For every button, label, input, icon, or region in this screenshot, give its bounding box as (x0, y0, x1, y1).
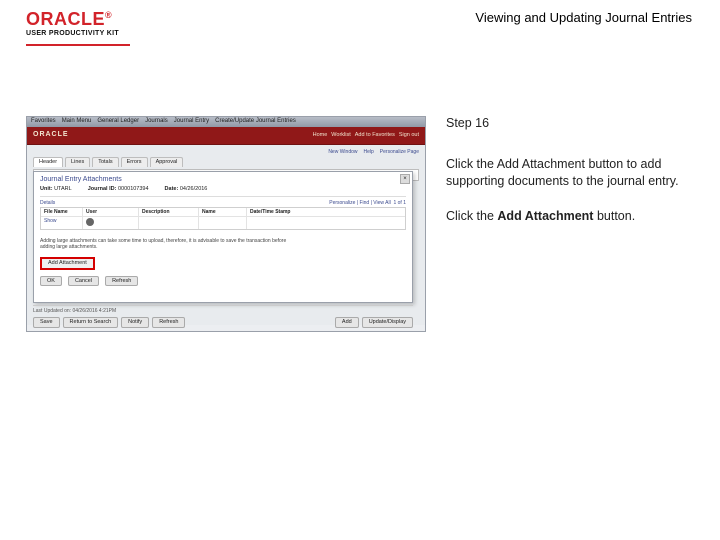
instruction-panel: Step 16 Click the Add Attachment button … (446, 116, 694, 332)
update-display-button[interactable]: Update/Display (362, 317, 413, 328)
app-breadcrumb: Favorites Main Menu General Ledger Journ… (27, 117, 425, 127)
col-name: Name (199, 208, 247, 216)
modal-title: Journal Entry Attachments (40, 176, 406, 184)
instruction-paragraph-2: Click the Add Attachment button. (446, 208, 694, 225)
cancel-button[interactable]: Cancel (68, 276, 99, 287)
tab-strip: Header Lines Totals Errors Approval (33, 157, 419, 167)
ok-button[interactable]: OK (40, 276, 62, 287)
col-filename: File Name (41, 208, 83, 216)
col-desc: Description (139, 208, 199, 216)
topic-title: Viewing and Updating Journal Entries (475, 10, 704, 25)
tab-header[interactable]: Header (33, 157, 63, 167)
grid-count: 1 of 1 (393, 200, 406, 206)
return-button[interactable]: Return to Search (63, 317, 119, 328)
notify-button[interactable]: Notify (121, 317, 149, 328)
viewall-link[interactable]: View All (373, 200, 390, 206)
find-link[interactable]: Find (359, 200, 369, 206)
step-label: Step 16 (446, 116, 694, 130)
upk-subbrand: USER PRODUCTIVITY KIT (26, 30, 119, 37)
personalize-page-link[interactable]: Personalize Page (380, 149, 419, 155)
app-screenshot: Favorites Main Menu General Ledger Journ… (26, 116, 426, 332)
oracle-logo: ORACLE® (26, 10, 112, 28)
refresh-page-button[interactable]: Refresh (152, 317, 185, 328)
home-link[interactable]: Home (313, 132, 328, 139)
new-window-link[interactable]: New Window (328, 149, 357, 155)
help-link[interactable]: Help (364, 149, 374, 155)
tab-approval[interactable]: Approval (150, 157, 184, 167)
tab-totals[interactable]: Totals (92, 157, 118, 167)
app-red-header: ORACLE Home Worklist Add to Favorites Si… (27, 127, 425, 145)
tab-lines[interactable]: Lines (65, 157, 90, 167)
favorites-link[interactable]: Add to Favorites (355, 132, 395, 139)
tab-errors[interactable]: Errors (121, 157, 148, 167)
user-icon (86, 218, 94, 226)
attachment-disclaimer: Adding large attachments can take some t… (40, 238, 300, 251)
logo-underline (26, 44, 130, 46)
oracle-logo-block: ORACLE® USER PRODUCTIVITY KIT (26, 10, 119, 37)
col-user: User (83, 208, 139, 216)
add-attachment-button[interactable]: Add Attachment (40, 257, 95, 270)
attachments-modal: × Journal Entry Attachments Unit: UTARL … (33, 171, 413, 303)
refresh-button[interactable]: Refresh (105, 276, 138, 287)
instruction-paragraph-1: Click the Add Attachment button to add s… (446, 156, 694, 190)
save-button[interactable]: Save (33, 317, 60, 328)
personalize-link[interactable]: Personalize (329, 200, 355, 206)
attachments-grid: File Name User Description Name Date/Tim… (40, 207, 406, 230)
col-dt: Date/Time Stamp (247, 208, 397, 216)
last-updated-value: 04/26/2016 4:21PM (72, 308, 116, 314)
last-updated-label: Last Updated on: (33, 308, 71, 314)
details-label: Details (40, 200, 55, 206)
add-button[interactable]: Add (335, 317, 359, 328)
close-icon[interactable]: × (400, 174, 410, 184)
table-row: Show (41, 217, 405, 229)
worklist-link[interactable]: Worklist (331, 132, 350, 139)
show-link[interactable]: Show (41, 217, 83, 229)
signout-link[interactable]: Sign out (399, 132, 419, 139)
